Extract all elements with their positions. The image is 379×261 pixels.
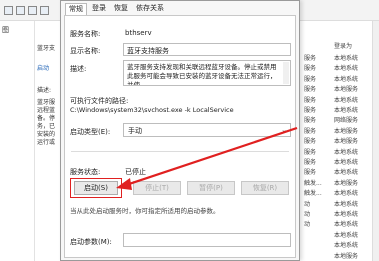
service-row-login[interactable]: 本地系统 [334, 230, 358, 239]
service-row-status: 动 [304, 211, 311, 218]
service-row-status: 服务 [304, 65, 317, 73]
service-row-status: 触发... [304, 190, 322, 198]
services-list-pane[interactable]: 登录为 服务 本地系统 服务 本地系统 服务 本地系统 服务 本地服务 服务 本地系统 服务 本地系统… [300, 21, 379, 261]
dialog-tabstrip: 常规 登录 恢复 依存关系 [65, 3, 295, 15]
startup-type-value: 手动 [128, 127, 142, 135]
exe-path-value: C:\Windows\system32\svchost.exe -k Local… [70, 106, 234, 114]
service-row-status: 触发... [304, 179, 322, 187]
detail-desc-label: 描述: [37, 87, 52, 94]
service-row-login[interactable]: 本地服务 [334, 84, 358, 93]
service-row-status: 服务 [304, 86, 317, 94]
start-params-label: 启动参数(M): [70, 238, 112, 246]
service-row-status: 服务 [304, 138, 317, 146]
tab-dependencies[interactable]: 依存关系 [133, 3, 167, 14]
service-row-login[interactable]: 本地系统 [334, 74, 358, 83]
service-status-label: 服务状态: [70, 168, 101, 176]
description-label: 描述: [70, 65, 87, 73]
service-row-login[interactable]: 本地系统 [334, 188, 358, 197]
console-tree-pane[interactable]: 图 [0, 21, 35, 261]
service-row-status: 动 [304, 221, 311, 229]
service-row-login[interactable]: 本地系统 [334, 157, 358, 166]
description-box[interactable]: 蓝牙服务支持发现和关联远程蓝牙设备。停止或禁用此服务可能会导致已安装的蓝牙设备无… [123, 60, 291, 86]
forward-icon[interactable] [16, 6, 25, 15]
resume-button[interactable]: 恢复(R) [241, 181, 289, 195]
service-row-status: 服务 [304, 107, 317, 114]
display-name-field[interactable]: 蓝牙支持服务 [123, 43, 291, 56]
service-row-status: 服务 [304, 96, 317, 104]
service-row-login[interactable]: 本地服务 [334, 126, 358, 135]
service-name-value: bthserv [125, 29, 152, 37]
start-params-hint: 当从此处启动服务时，你可指定所适用的启动参数。 [70, 207, 220, 215]
service-row-status: 服务 [304, 117, 317, 125]
service-row-login[interactable]: 本地服务 [334, 178, 358, 187]
tree-root-label: 图 [2, 26, 9, 34]
service-row-login[interactable]: 本地系统 [334, 63, 358, 72]
tab-logon[interactable]: 登录 [89, 3, 109, 14]
service-row-login[interactable]: 本地服务 [334, 251, 358, 260]
pause-button[interactable]: 暂停(P) [187, 181, 235, 195]
description-text: 蓝牙服务支持发现和关联远程蓝牙设备。停止或禁用此服务可能会导致已安装的蓝牙设备无… [127, 63, 277, 86]
service-row-login[interactable]: 本地系统 [334, 53, 358, 62]
service-row-status: 服务 [304, 127, 317, 135]
tab-general[interactable]: 常规 [65, 3, 87, 15]
service-row-login[interactable]: 本地系统 [334, 219, 358, 228]
service-row-login[interactable]: 本地系统 [334, 105, 358, 114]
divider [71, 151, 289, 152]
service-row-login[interactable]: 网络服务 [334, 115, 358, 124]
chevron-down-icon: ⌄ [281, 126, 287, 134]
service-row-login[interactable]: 本地系统 [334, 95, 358, 104]
service-row-login[interactable]: 本地服务 [334, 136, 358, 145]
service-row-login[interactable]: 本地系统 [334, 240, 358, 249]
tab-recovery[interactable]: 恢复 [111, 3, 131, 14]
general-tab-panel: 服务名称: bthserv 显示名称: 蓝牙支持服务 描述: 蓝牙服务支持发现和… [64, 15, 296, 258]
service-row-status: 动 [304, 200, 311, 208]
detail-start-link[interactable]: 启动 [37, 63, 49, 72]
detail-service-title: 蓝牙支 [37, 45, 56, 52]
service-row-login[interactable]: 本地系统 [334, 147, 358, 156]
service-row-status: 服务 [304, 55, 317, 62]
service-row-status: 服务 [304, 148, 317, 156]
description-scrollbar[interactable] [283, 62, 289, 84]
column-header-login[interactable]: 登录为 [334, 41, 352, 50]
start-button-highlight [70, 178, 122, 198]
service-name-label: 服务名称: [70, 30, 101, 38]
properties-icon[interactable] [28, 6, 37, 15]
service-row-status: 服务 [304, 159, 317, 166]
display-name-label: 显示名称: [70, 47, 101, 55]
services-list-scrollbar[interactable] [372, 21, 379, 261]
service-row-login[interactable]: 本地系统 [334, 167, 358, 176]
detail-desc-line: 运行或 [37, 139, 56, 146]
service-detail-pane: 蓝牙支 启动 描述: 蓝牙服 远程蓝 备。停 务，已 安装的 运行或 [35, 21, 59, 261]
service-properties-dialog: 常规 登录 恢复 依存关系 服务名称: bthserv 显示名称: 蓝牙支持服务… [60, 0, 300, 261]
refresh-icon[interactable] [40, 6, 49, 15]
display-name-value: 蓝牙支持服务 [127, 47, 169, 55]
exe-path-label: 可执行文件的路径: [70, 97, 129, 105]
startup-type-select[interactable]: 手动 ⌄ [123, 123, 291, 137]
back-icon[interactable] [4, 6, 13, 15]
service-row-status: 服务 [304, 75, 317, 83]
startup-type-label: 启动类型(E): [70, 128, 111, 136]
service-status-value: 已停止 [125, 168, 146, 176]
service-row-login[interactable]: 本地系统 [334, 199, 358, 208]
service-row-login[interactable]: 本地系统 [334, 209, 358, 218]
service-row-status: 服务 [304, 169, 317, 177]
start-params-input[interactable] [123, 233, 291, 247]
stop-button[interactable]: 停止(T) [133, 181, 181, 195]
